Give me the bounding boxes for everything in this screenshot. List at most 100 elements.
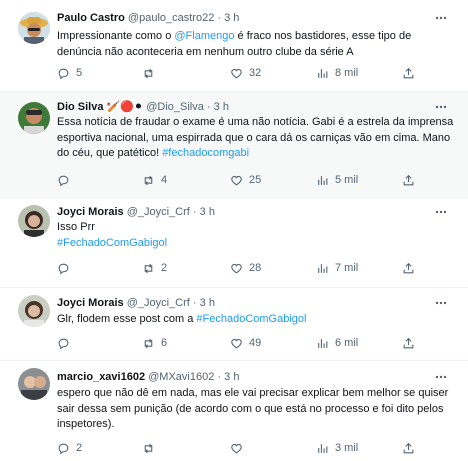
hashtag-link[interactable]: #fechadocomgabi — [162, 147, 249, 159]
separator-dot: · — [217, 371, 222, 383]
author-name[interactable]: Dio Silva — [57, 101, 103, 113]
avatar[interactable] — [18, 12, 50, 44]
views-count: 3 mil — [335, 442, 359, 454]
retweet-icon — [144, 338, 153, 348]
action-bar: 2 3 mil — [57, 440, 450, 456]
share-button[interactable] — [402, 65, 415, 81]
views-button[interactable]: 6 mil — [316, 335, 358, 351]
tweet-header: Joyci Morais @_Joyci_Crf · 3 h — [57, 205, 428, 219]
retweet-count: 2 — [161, 262, 168, 274]
timestamp[interactable]: 3 h — [224, 12, 239, 24]
retweet-button[interactable] — [142, 65, 161, 81]
tweet-text: Essa notícia de fraudar o exame é uma nã… — [57, 115, 454, 162]
views-icon — [318, 443, 328, 453]
more-icon[interactable] — [434, 296, 448, 310]
author-name[interactable]: Joyci Morais — [57, 297, 124, 309]
name-emoji: 🏏🔴⚫ — [106, 101, 144, 113]
views-button[interactable]: 7 mil — [316, 260, 358, 276]
more-icon[interactable] — [434, 11, 448, 25]
hashtag-link[interactable]: #FechadoComGabigol — [57, 237, 167, 249]
separator-dot: · — [192, 206, 197, 218]
reply-button[interactable]: 2 — [57, 440, 82, 456]
share-button[interactable] — [402, 335, 415, 351]
share-button[interactable] — [402, 172, 415, 188]
tweet[interactable]: Joyci Morais @_Joyci_Crf · 3 h Isso Prr … — [0, 198, 468, 288]
views-count: 7 mil — [335, 262, 359, 274]
tweet[interactable]: marcio_xavi1602 @MXavi1602 · 3 h espero … — [0, 361, 468, 461]
retweet-button[interactable]: 4 — [142, 172, 167, 188]
reply-button[interactable] — [57, 260, 76, 276]
reply-button[interactable] — [57, 335, 76, 351]
views-count: 6 mil — [335, 337, 359, 349]
text-segment: Isso Prr — [57, 221, 95, 233]
retweet-button[interactable]: 2 — [142, 260, 167, 276]
views-button[interactable]: 5 mil — [316, 172, 358, 188]
author-name[interactable]: marcio_xavi1602 — [57, 371, 145, 383]
reply-count: 2 — [76, 442, 83, 454]
views-icon — [318, 68, 328, 78]
action-bar: 6 49 6 mil — [57, 335, 450, 351]
timestamp[interactable]: 3 h — [200, 297, 215, 309]
more-icon[interactable] — [434, 100, 448, 114]
like-count: 28 — [249, 262, 262, 274]
tweet-text: Glr, flodem esse post com a #FechadoComG… — [57, 312, 454, 328]
reply-button[interactable] — [57, 172, 76, 188]
text-segment: Glr, flodem esse post com a — [57, 313, 197, 325]
share-icon — [403, 262, 414, 273]
avatar-image-icon — [18, 295, 50, 327]
tweet-text: Isso Prr #FechadoComGabigol — [57, 220, 454, 251]
timestamp[interactable]: 3 h — [224, 371, 239, 383]
like-button[interactable]: 49 — [230, 335, 261, 351]
separator-dot: · — [206, 101, 211, 113]
more-icon[interactable] — [434, 205, 448, 219]
avatar[interactable] — [18, 368, 50, 400]
share-button[interactable] — [402, 260, 415, 276]
mention-link[interactable]: @Flamengo — [174, 30, 234, 42]
action-bar: 2 28 7 mil — [57, 260, 450, 276]
like-button[interactable]: 32 — [230, 65, 261, 81]
like-button[interactable] — [230, 440, 249, 456]
avatar[interactable] — [18, 295, 50, 327]
share-button[interactable] — [402, 440, 415, 456]
author-handle[interactable]: @_Joyci_Crf — [127, 206, 190, 218]
tweet[interactable]: Dio Silva 🏏🔴⚫ @Dio_Silva · 3 h Essa notí… — [0, 92, 468, 198]
avatar-image-icon — [18, 368, 50, 400]
separator-dot: · — [217, 12, 222, 24]
hashtag-link[interactable]: #FechadoComGabigol — [196, 313, 306, 325]
text-segment: Impressionante como o — [57, 30, 175, 42]
reply-icon — [58, 338, 69, 349]
views-button[interactable]: 8 mil — [316, 65, 358, 81]
tweet-header: marcio_xavi1602 @MXavi1602 · 3 h — [57, 370, 428, 384]
share-icon — [403, 174, 414, 185]
avatar-image-icon — [18, 12, 50, 44]
reply-icon — [58, 263, 69, 274]
author-handle[interactable]: @paulo_castro22 — [128, 12, 214, 24]
text-segment: Essa notícia de fraudar o exame é uma nã… — [57, 116, 454, 159]
heart-icon — [231, 175, 242, 185]
avatar-image-icon — [18, 205, 50, 237]
author-handle[interactable]: @Dio_Silva — [146, 101, 204, 113]
author-name[interactable]: Paulo Castro — [57, 12, 125, 24]
like-button[interactable]: 28 — [230, 260, 261, 276]
retweet-button[interactable]: 6 — [142, 335, 167, 351]
views-button[interactable]: 3 mil — [316, 440, 358, 456]
views-count: 5 mil — [335, 174, 359, 186]
like-count: 32 — [249, 67, 262, 79]
author-name[interactable]: Joyci Morais — [57, 206, 124, 218]
tweet[interactable]: Joyci Morais @_Joyci_Crf · 3 h Glr, flod… — [0, 288, 468, 361]
author-handle[interactable]: @MXavi1602 — [148, 371, 214, 383]
more-icon[interactable] — [434, 370, 448, 384]
retweet-count: 6 — [161, 337, 168, 349]
retweet-button[interactable] — [142, 440, 161, 456]
like-button[interactable]: 25 — [230, 172, 261, 188]
avatar[interactable] — [18, 205, 50, 237]
author-handle[interactable]: @_Joyci_Crf — [127, 297, 190, 309]
tweet-header: Joyci Morais @_Joyci_Crf · 3 h — [57, 296, 428, 310]
avatar[interactable] — [18, 102, 50, 134]
reply-button[interactable]: 5 — [57, 65, 82, 81]
heart-icon — [231, 263, 242, 273]
timestamp[interactable]: 3 h — [214, 101, 229, 113]
timestamp[interactable]: 3 h — [200, 206, 215, 218]
tweet[interactable]: Paulo Castro @paulo_castro22 · 3 h Impre… — [0, 0, 468, 92]
retweet-icon — [144, 68, 153, 78]
